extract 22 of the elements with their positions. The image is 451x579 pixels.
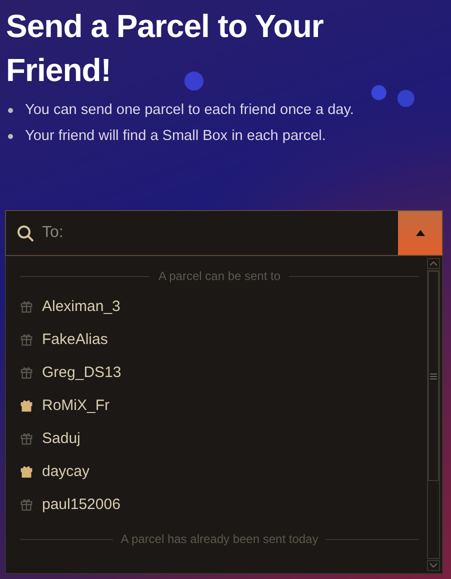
friend-item[interactable]: Aleximan_3 xyxy=(20,290,419,323)
recipient-field[interactable]: To: xyxy=(34,212,398,254)
bullet-icon xyxy=(8,134,13,138)
friend-item[interactable]: Saduj xyxy=(20,422,419,455)
caret-icon xyxy=(416,230,424,236)
grip-icon xyxy=(430,372,437,380)
friend-item[interactable]: FakeAlias xyxy=(20,323,419,356)
section-heading: A parcel has already been sent today xyxy=(120,532,318,546)
info-text: You can send one parcel to each friend once a day. xyxy=(25,102,354,118)
search-bar[interactable]: To: xyxy=(5,210,443,256)
scroll-down-icon[interactable] xyxy=(430,563,437,568)
bullet-icon xyxy=(8,108,13,112)
search-icon xyxy=(17,224,34,242)
friend-item[interactable]: Greg_DS13 xyxy=(20,356,419,389)
scroll-up-icon[interactable] xyxy=(430,261,437,266)
page-title: Send a Parcel to Your Friend! xyxy=(6,7,324,90)
friend-item[interactable]: RoMiX_Fr xyxy=(20,389,419,422)
info-text: Your friend will find a Small Box in each parcel. xyxy=(25,128,326,144)
dropdown-toggle[interactable] xyxy=(398,211,442,255)
friend-item[interactable]: paul152006 xyxy=(20,488,419,521)
friend-item[interactable]: daycay xyxy=(20,455,419,488)
section-heading: A parcel can be sent to xyxy=(158,269,281,283)
